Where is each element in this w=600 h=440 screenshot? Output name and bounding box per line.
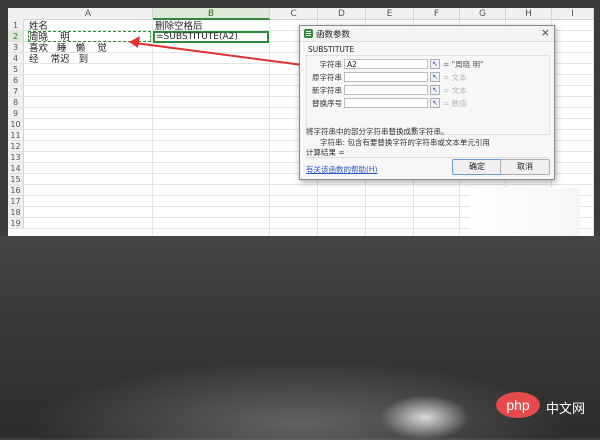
function-help-link[interactable]: 有关该函数的帮助(H) (306, 164, 378, 175)
arg-result-4: = 数值 (443, 99, 467, 108)
argument-description: 字符串: 包含有要替换字符的字符串或文本单元引用 (320, 138, 490, 147)
arg-input-1[interactable]: A2 (344, 59, 428, 69)
arg-input-3[interactable] (344, 85, 428, 95)
range-picker-icon[interactable]: ↖ (430, 59, 440, 69)
arg-label-2: 原字符串 (312, 73, 342, 82)
arg-label-3: 新字符串 (312, 86, 342, 95)
ok-button[interactable]: 确定 (452, 159, 502, 175)
function-name: SUBSTITUTE (308, 45, 355, 54)
range-picker-icon[interactable]: ↖ (430, 85, 440, 95)
arg-label-1: 字符串 (319, 60, 343, 69)
dialog-titlebar[interactable]: 函数参数 × (300, 26, 554, 42)
arg-result-1: = "周晓 明" (443, 60, 484, 69)
close-icon[interactable]: × (541, 26, 550, 39)
dialog-title: 函数参数 (316, 30, 351, 40)
range-picker-icon[interactable]: ↖ (430, 72, 440, 82)
arg-input-4[interactable] (344, 98, 428, 108)
divider (306, 157, 548, 158)
function-description: 将字符串中的部分字符串替换成新字符串。 (306, 127, 449, 136)
arguments-group (306, 55, 550, 135)
function-arguments-dialog: 函数参数 × SUBSTITUTE 字符串 A2 ↖ = "周晓 明" 原字符串 ↖ = 文… (299, 25, 555, 180)
arg-label-4: 替换序号 (312, 99, 342, 108)
range-picker-icon[interactable]: ↖ (430, 98, 440, 108)
arg-input-2[interactable] (344, 72, 428, 82)
cancel-button[interactable]: 取消 (500, 159, 550, 175)
arg-result-3: = 文本 (443, 86, 467, 95)
arg-result-2: = 文本 (443, 73, 467, 82)
wps-sheet-icon (304, 29, 313, 38)
